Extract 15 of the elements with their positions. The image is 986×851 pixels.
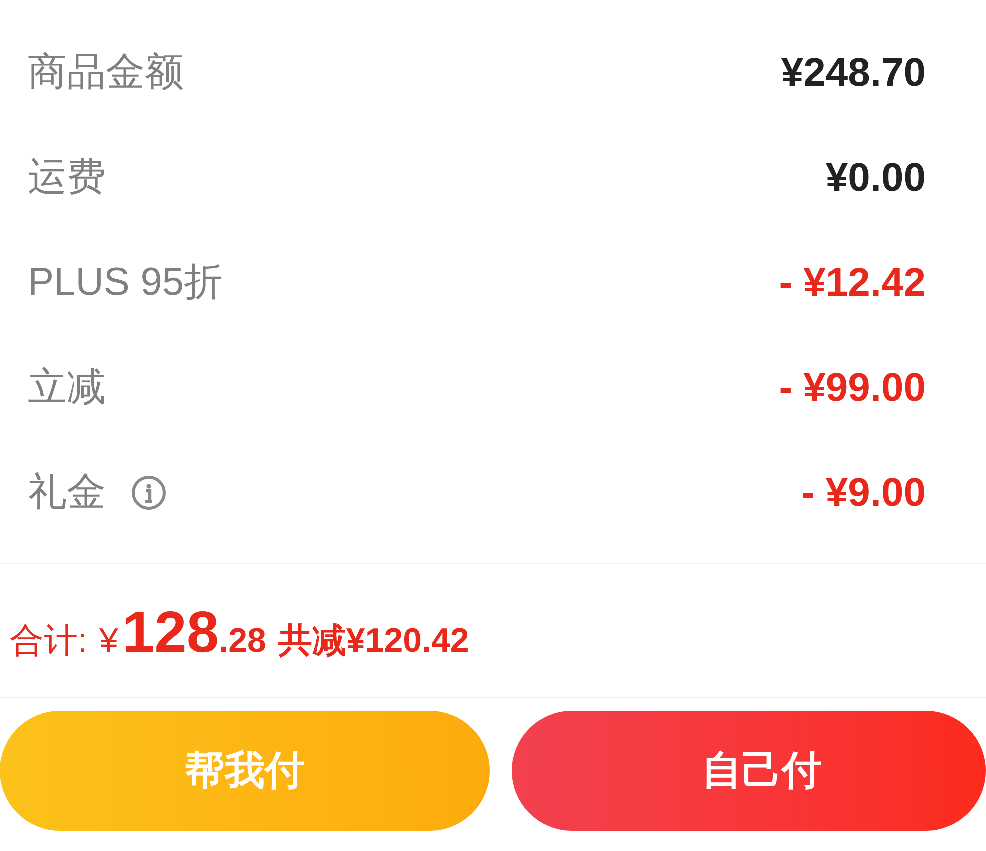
- row-label: 礼金: [28, 473, 106, 512]
- total-saving: 共减¥120.42: [278, 624, 470, 658]
- row-value: - ¥99.00: [779, 368, 926, 408]
- row-value: ¥0.00: [826, 158, 926, 198]
- row-label: 商品金额: [28, 53, 184, 92]
- info-icon[interactable]: [132, 476, 166, 510]
- total-label: 合计:: [10, 624, 88, 658]
- row-label: PLUS 95折: [28, 263, 224, 302]
- row-label: 立减: [28, 368, 106, 407]
- row-value: - ¥9.00: [801, 472, 926, 512]
- total-amount: ¥128.28: [99, 604, 266, 662]
- pay-self-button[interactable]: 自己付: [512, 711, 986, 831]
- row-value: ¥248.70: [781, 52, 926, 92]
- row-label: 运费: [28, 158, 106, 197]
- row-value: - ¥12.42: [779, 262, 926, 302]
